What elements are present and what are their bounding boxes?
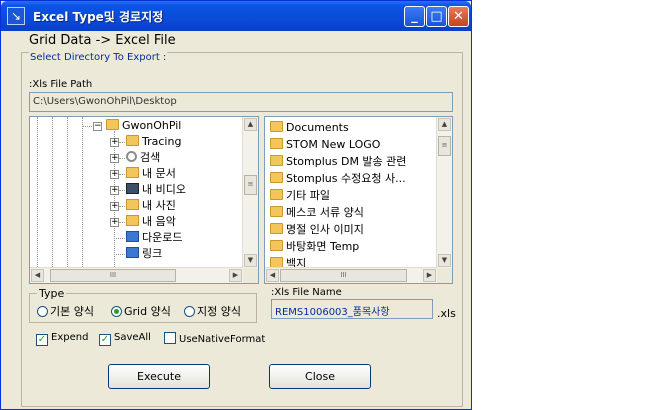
close-window-button[interactable]: ✕ (448, 6, 469, 27)
execute-button[interactable]: Execute (108, 364, 210, 389)
search-folder-icon (126, 151, 137, 162)
tree-hscroll-thumb[interactable]: III (50, 269, 176, 282)
app-icon: ↘ (7, 7, 25, 25)
list-item[interactable]: 기타 파일 (270, 188, 330, 204)
tree-item-links[interactable]: 링크 (126, 246, 162, 262)
expand-toggle[interactable]: + (110, 170, 119, 179)
radio-icon (37, 306, 48, 317)
radio-custom-format[interactable]: 지정 양식 (184, 303, 241, 319)
list-item[interactable]: Stomplus 수정요청 사... (270, 171, 406, 187)
checkmark-icon: ✓ (36, 334, 48, 346)
maximize-button[interactable]: □ (426, 6, 447, 27)
tree-item-my-music[interactable]: 내 음악 (126, 214, 176, 230)
folder-icon (270, 189, 283, 200)
radio-icon (184, 306, 195, 317)
documents-folder-icon (126, 167, 139, 178)
folder-icon (270, 172, 283, 183)
list-item[interactable]: 바탕화면 Temp (270, 239, 359, 255)
scroll-down-icon[interactable]: ▼ (438, 254, 451, 267)
expand-toggle[interactable]: + (110, 138, 119, 147)
folder-list[interactable]: Documents STOM New LOGO Stomplus DM 발송 관… (264, 116, 453, 284)
checkbox-empty-icon (164, 332, 176, 344)
folder-icon (270, 121, 283, 132)
close-button[interactable]: Close (269, 364, 371, 389)
expend-checkbox[interactable]: ✓ Expend (36, 332, 88, 346)
music-folder-icon (126, 215, 139, 226)
expand-toggle[interactable]: + (110, 218, 119, 227)
radio-grid-format[interactable]: Grid 양식 (111, 303, 171, 319)
collapse-toggle[interactable]: − (93, 122, 102, 131)
path-field[interactable]: C:\Users\GwonOhPil\Desktop (29, 92, 453, 112)
path-label: :Xls File Path (29, 79, 93, 90)
tree-item-search[interactable]: 검색 (126, 150, 160, 166)
tree-item-my-pictures[interactable]: 내 사진 (126, 198, 176, 214)
links-folder-icon (126, 247, 139, 258)
expand-toggle[interactable]: + (110, 186, 119, 195)
video-folder-icon (126, 183, 139, 194)
title-bar[interactable]: ↘ Excel Type및 경로지정 _ □ ✕ (1, 1, 471, 31)
export-group-label: Select Directory To Export : (29, 52, 168, 63)
tree-vertical-scrollbar[interactable]: ▲ ≡ ▼ (242, 117, 258, 268)
directory-tree[interactable]: − GwonOhPil + Tracing + 검색 + 내 문서 + 내 비디… (29, 116, 259, 284)
usenativeformat-checkbox[interactable]: UseNativeFormat (164, 332, 265, 345)
list-item[interactable]: Stomplus DM 발송 관련 (270, 154, 406, 170)
folder-icon (270, 206, 283, 217)
pictures-folder-icon (126, 199, 139, 210)
list-item[interactable]: 메스코 서류 양식 (270, 205, 364, 221)
file-extension: .xls (437, 307, 456, 320)
scroll-up-icon[interactable]: ▲ (438, 118, 451, 131)
tree-item-tracing[interactable]: Tracing (126, 134, 181, 150)
tree-item-gwonohpil[interactable]: GwonOhPil (106, 118, 181, 134)
type-group-label: Type (37, 287, 67, 300)
filename-label: :Xls File Name (271, 287, 342, 298)
dialog-header: Grid Data -> Excel File (29, 33, 176, 48)
folder-icon (106, 119, 119, 130)
list-item[interactable]: Documents (270, 120, 349, 136)
tree-item-my-videos[interactable]: 내 비디오 (126, 182, 186, 198)
folder-icon (270, 240, 283, 251)
expand-toggle[interactable]: + (110, 154, 119, 163)
folder-icon (126, 135, 139, 146)
close-icon: ✕ (453, 9, 464, 24)
expand-toggle[interactable]: + (110, 202, 119, 211)
tree-scroll-thumb[interactable]: ≡ (244, 175, 257, 195)
list-horizontal-scrollbar[interactable]: ◀ III ▶ (265, 267, 437, 283)
list-item[interactable]: 명절 인사 이미지 (270, 222, 364, 238)
list-vertical-scrollbar[interactable]: ▲ ≡ ▼ (436, 117, 452, 268)
scroll-left-icon[interactable]: ◀ (266, 269, 279, 282)
list-item[interactable]: STOM New LOGO (270, 137, 380, 153)
scroll-down-icon[interactable]: ▼ (244, 254, 257, 267)
scroll-up-icon[interactable]: ▲ (244, 118, 257, 131)
folder-icon (270, 223, 283, 234)
list-scroll-thumb[interactable]: ≡ (438, 136, 451, 156)
scroll-left-icon[interactable]: ◀ (31, 269, 44, 282)
radio-basic-format[interactable]: 기본 양식 (37, 303, 94, 319)
minimize-icon: _ (411, 9, 418, 24)
list-hscroll-thumb[interactable]: III (280, 269, 407, 282)
folder-icon (270, 155, 283, 166)
tree-horizontal-scrollbar[interactable]: ◀ III ▶ (30, 267, 243, 283)
dialog-window: ↘ Excel Type및 경로지정 _ □ ✕ Grid Data -> Ex… (0, 0, 472, 410)
scroll-right-icon[interactable]: ▶ (423, 269, 436, 282)
radio-selected-icon (111, 306, 122, 317)
tree-item-downloads[interactable]: 다운로드 (126, 230, 182, 246)
filename-input[interactable]: REMS1006003_품목사항 (271, 299, 433, 319)
folder-icon (270, 138, 283, 149)
tree-item-my-documents[interactable]: 내 문서 (126, 166, 176, 182)
download-folder-icon (126, 231, 139, 242)
scroll-right-icon[interactable]: ▶ (229, 269, 242, 282)
maximize-icon: □ (430, 9, 443, 24)
window-title: Excel Type및 경로지정 (33, 10, 164, 24)
checkmark-icon: ✓ (99, 334, 111, 346)
saveall-checkbox[interactable]: ✓ SaveAll (99, 332, 151, 346)
minimize-button[interactable]: _ (404, 6, 425, 27)
